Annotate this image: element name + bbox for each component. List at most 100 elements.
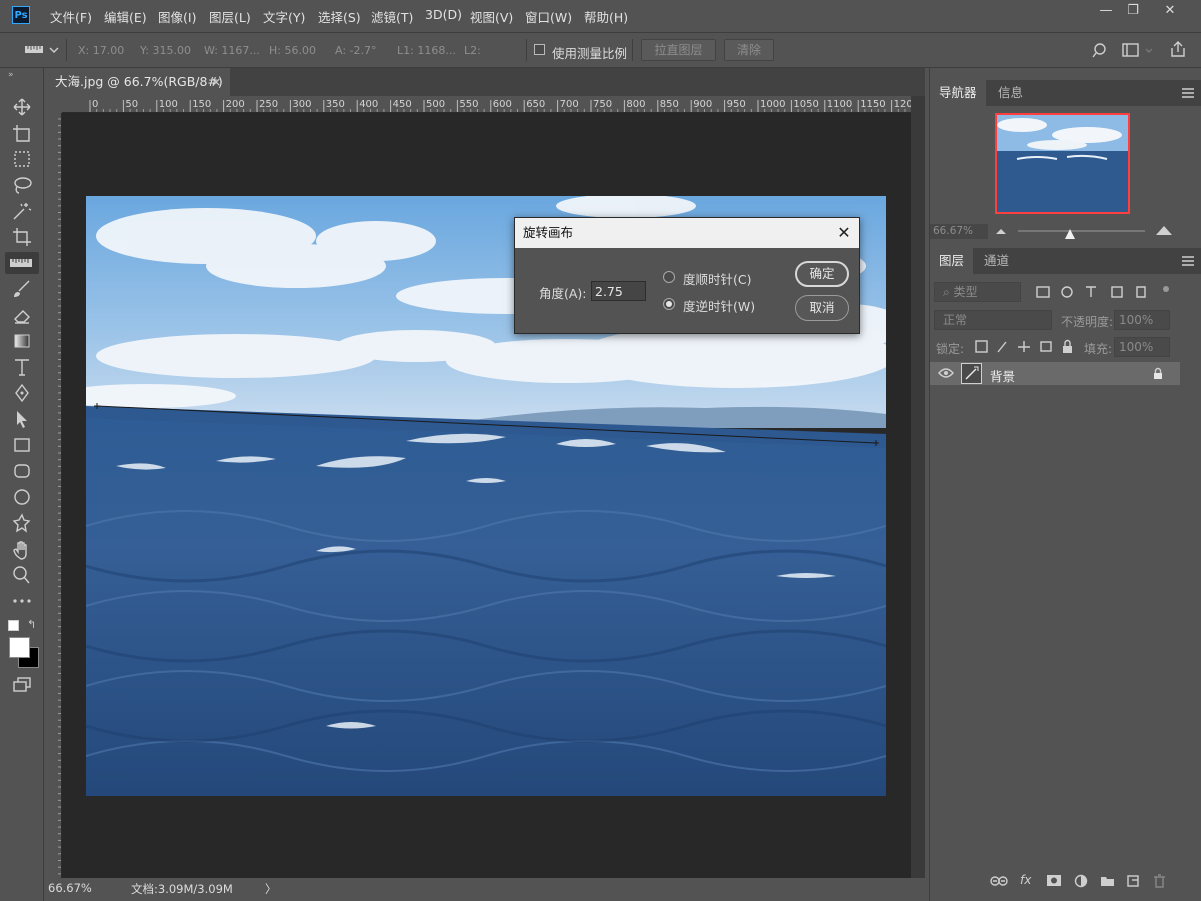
- magic-wand-tool-icon[interactable]: [9, 200, 35, 222]
- lock-label: 锁定:: [936, 342, 965, 356]
- ruler-top[interactable]: 0 50 100 150 200 250 300 350 400 450 500 550 600 650 7…: [62, 96, 911, 113]
- swap-colors-icon[interactable]: ↰: [27, 618, 36, 631]
- menu-window[interactable]: 窗口(W): [525, 7, 572, 26]
- new-group-icon[interactable]: [1100, 874, 1116, 888]
- lasso-tool-icon[interactable]: [9, 174, 35, 196]
- straighten-layer-button[interactable]: 拉直图层: [641, 39, 716, 61]
- eraser-tool-icon[interactable]: [9, 304, 35, 326]
- visibility-eye-icon[interactable]: [938, 367, 954, 379]
- rounded-rectangle-tool-icon[interactable]: [9, 460, 35, 482]
- tab-info[interactable]: 信息: [989, 80, 1032, 106]
- tab-channels[interactable]: 通道: [975, 248, 1018, 274]
- blend-mode-dropdown[interactable]: 正常: [934, 310, 1052, 330]
- search-icon[interactable]: [1091, 41, 1111, 59]
- move-tool-icon[interactable]: [9, 96, 35, 118]
- status-zoom[interactable]: 66.67%: [48, 881, 92, 895]
- layers-panel-menu-icon[interactable]: [1181, 254, 1195, 268]
- pen-tool-icon[interactable]: [9, 382, 35, 404]
- share-icon[interactable]: [1168, 39, 1188, 59]
- menu-file[interactable]: 文件(F): [50, 7, 92, 26]
- ruler-tick-label: 850: [660, 99, 679, 110]
- menu-image[interactable]: 图像(I): [158, 7, 196, 26]
- new-layer-icon[interactable]: [1126, 874, 1142, 888]
- fill-label: 填充:: [1084, 342, 1113, 356]
- angle-input[interactable]: [591, 281, 646, 301]
- document-tab-bar: 大海.jpg @ 66.7%(RGB/8#) ×: [45, 68, 925, 96]
- ruler-tool-icon[interactable]: [5, 252, 39, 274]
- menu-edit[interactable]: 编辑(E): [104, 7, 147, 26]
- navigator-thumbnail[interactable]: [995, 113, 1130, 214]
- cancel-button[interactable]: 取消: [795, 295, 849, 321]
- menu-help[interactable]: 帮助(H): [584, 7, 628, 26]
- clockwise-radio[interactable]: [663, 271, 675, 283]
- lock-icons[interactable]: [974, 339, 1074, 355]
- ok-button[interactable]: 确定: [795, 261, 849, 287]
- document-tab-title: 大海.jpg @ 66.7%(RGB/8#): [55, 74, 223, 89]
- brush-tool-icon[interactable]: [9, 278, 35, 300]
- use-scale-checkbox[interactable]: [534, 44, 545, 55]
- zoom-out-icon[interactable]: [994, 226, 1008, 236]
- layer-filter-icons[interactable]: [1034, 284, 1174, 300]
- tab-layers[interactable]: 图层: [930, 248, 974, 274]
- rectangle-tool-icon[interactable]: [9, 434, 35, 456]
- restore-button[interactable]: ❐: [1116, 0, 1150, 22]
- filter-search-icon: ⌕: [943, 285, 954, 299]
- vertical-scrollbar[interactable]: [911, 96, 925, 878]
- delete-layer-icon[interactable]: [1152, 874, 1168, 888]
- zoom-tool-icon[interactable]: [9, 564, 35, 586]
- status-arrow-icon[interactable]: 〉: [265, 881, 277, 897]
- zoom-in-icon[interactable]: [1154, 223, 1174, 237]
- type-tool-icon[interactable]: [9, 356, 35, 378]
- layer-effects-icon[interactable]: fx: [1020, 873, 1031, 887]
- length2-readout: L2:: [464, 44, 481, 57]
- opacity-field[interactable]: 100%: [1114, 310, 1170, 330]
- menu-filter[interactable]: 滤镜(T): [371, 7, 413, 26]
- close-button[interactable]: ✕: [1153, 0, 1187, 22]
- ruler-left[interactable]: [45, 113, 62, 878]
- tab-close-icon[interactable]: ×: [211, 68, 221, 96]
- menu-view[interactable]: 视图(V): [470, 7, 513, 26]
- more-tools-icon[interactable]: [9, 590, 35, 612]
- foreground-color-swatch[interactable]: [9, 637, 30, 658]
- dialog-close-icon[interactable]: ✕: [833, 222, 855, 244]
- ruler-tick-label: 800: [626, 99, 645, 110]
- document-tab[interactable]: 大海.jpg @ 66.7%(RGB/8#) ×: [45, 68, 230, 96]
- panel-menu-icon[interactable]: [1181, 86, 1195, 100]
- x-readout: X: 17.00: [78, 44, 125, 57]
- ruler-tick-label: 1050: [793, 99, 818, 110]
- fill-field[interactable]: 100%: [1114, 337, 1170, 357]
- menu-3d[interactable]: 3D(D): [425, 7, 462, 22]
- adjustment-layer-icon[interactable]: [1074, 874, 1090, 888]
- path-selection-tool-icon[interactable]: [9, 408, 35, 430]
- workspace-icon[interactable]: [1120, 41, 1156, 59]
- tab-navigator[interactable]: 导航器: [930, 80, 986, 106]
- ruler-tool-preset-icon[interactable]: [24, 42, 60, 58]
- height-readout: H: 56.00: [269, 44, 316, 57]
- zoom-slider-thumb[interactable]: [1064, 228, 1076, 240]
- filter-kind-label: 类型: [953, 285, 978, 299]
- ellipse-tool-icon[interactable]: [9, 486, 35, 508]
- gradient-tool-icon[interactable]: [9, 330, 35, 352]
- screen-mode-icon[interactable]: [9, 674, 35, 696]
- default-colors-icon[interactable]: [8, 620, 19, 631]
- layer-thumbnail: [961, 363, 982, 384]
- collapse-arrows-icon[interactable]: »: [8, 70, 14, 80]
- layer-row[interactable]: 背景: [930, 362, 1180, 385]
- layer-filter-dropdown[interactable]: ⌕ 类型: [934, 282, 1021, 302]
- ruler-tick-label: 550: [459, 99, 478, 110]
- menu-layer[interactable]: 图层(L): [209, 7, 251, 26]
- custom-shape-tool-icon[interactable]: [9, 512, 35, 534]
- menu-select[interactable]: 选择(S): [318, 7, 361, 26]
- clear-button[interactable]: 清除: [724, 39, 774, 61]
- navigator-zoom-field[interactable]: 66.67%: [930, 224, 988, 239]
- crop-tool-icon[interactable]: [9, 226, 35, 248]
- menu-type[interactable]: 文字(Y): [263, 7, 305, 26]
- counterclockwise-radio[interactable]: [663, 298, 675, 310]
- add-mask-icon[interactable]: [1046, 874, 1062, 888]
- navigator-zoom-slider[interactable]: [1018, 230, 1145, 232]
- link-layers-icon[interactable]: [990, 874, 1010, 888]
- artboard-tool-icon[interactable]: [9, 122, 35, 144]
- marquee-tool-icon[interactable]: [9, 148, 35, 170]
- hand-tool-icon[interactable]: [9, 538, 35, 560]
- dialog-title: 旋转画布: [515, 218, 859, 248]
